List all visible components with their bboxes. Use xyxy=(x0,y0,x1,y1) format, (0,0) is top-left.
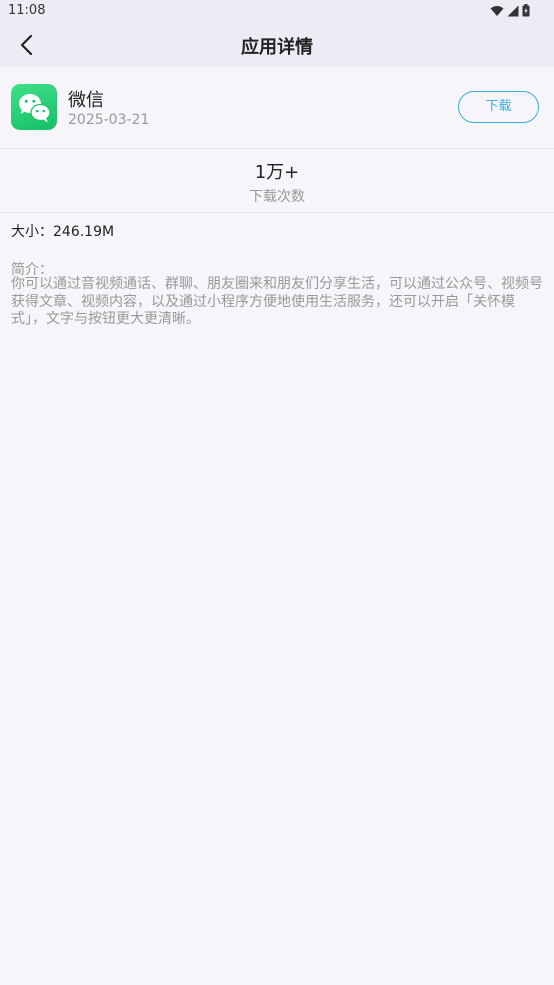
status-time: 11:08 xyxy=(8,3,46,18)
download-stats: 1万+ 下载次数 xyxy=(0,149,554,212)
app-size: 大小：246.19M xyxy=(11,224,115,240)
app-header: 微信 2025-03-21 下载 xyxy=(0,67,554,148)
battery-charging-icon xyxy=(522,4,530,17)
app-bar: 应用详情 xyxy=(0,22,554,67)
downloads-label: 下载次数 xyxy=(249,189,305,205)
divider xyxy=(0,212,554,213)
page-title: 应用详情 xyxy=(241,37,313,58)
wechat-icon xyxy=(11,84,57,130)
status-bar: 11:08 xyxy=(0,0,554,22)
intro-text: 你可以通过音视频通话、群聊、朋友圈来和朋友们分享生活，可以通过公众号、视频号获得… xyxy=(11,276,543,327)
download-button[interactable]: 下载 xyxy=(458,91,539,123)
app-name: 微信 xyxy=(68,90,104,111)
wifi-icon xyxy=(490,5,504,16)
signal-icon xyxy=(507,5,519,16)
downloads-count: 1万+ xyxy=(254,162,300,183)
app-date: 2025-03-21 xyxy=(68,112,150,128)
status-icons xyxy=(490,4,530,17)
